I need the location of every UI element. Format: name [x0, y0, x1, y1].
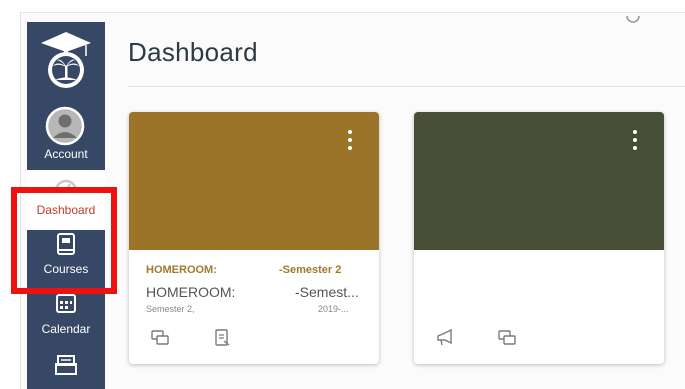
calendar-icon [56, 294, 76, 313]
course-code-suffix: -Semester 2 [279, 264, 342, 276]
inbox-icon [55, 355, 77, 375]
course-card-hero[interactable] [414, 112, 664, 250]
loading-spinner-icon [626, 15, 640, 23]
course-card[interactable]: HOMEROOM: -Semester 2 HOMEROOM: -Semest.… [129, 112, 379, 364]
nav-label-account: Account [44, 147, 88, 161]
course-card-hero[interactable] [129, 112, 379, 250]
course-term: Semester 2, [146, 304, 195, 314]
nav-label-calendar: Calendar [41, 322, 91, 336]
course-title-suffix[interactable]: -Semest... [295, 284, 359, 300]
header-divider [128, 86, 685, 87]
discussions-icon[interactable] [151, 329, 169, 347]
page-title: Dashboard [128, 37, 258, 67]
course-card[interactable] [414, 112, 664, 364]
nav-item-calendar[interactable]: Calendar [27, 290, 105, 346]
course-term-suffix: 2019-... [318, 304, 349, 314]
user-avatar-icon [45, 106, 85, 146]
frame-divider [20, 12, 685, 13]
discussions-icon[interactable] [498, 329, 516, 347]
school-logo[interactable] [37, 28, 95, 92]
card-options-icon[interactable] [343, 128, 357, 154]
course-code: HOMEROOM: [146, 264, 217, 276]
announcements-icon[interactable] [436, 329, 454, 347]
highlight-box [11, 187, 117, 294]
course-title[interactable]: HOMEROOM: [146, 284, 235, 300]
card-options-icon[interactable] [628, 128, 642, 154]
assignments-icon[interactable] [213, 329, 231, 347]
nav-item-inbox[interactable] [27, 350, 105, 389]
nav-item-account[interactable]: Account [27, 100, 105, 166]
